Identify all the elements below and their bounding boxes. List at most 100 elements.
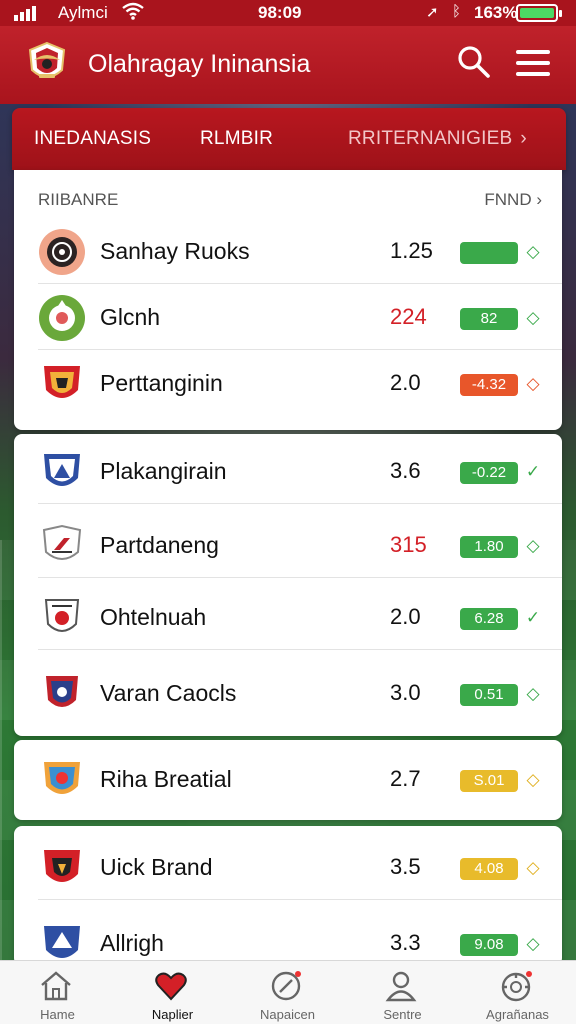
list-item[interactable]: Partdaneng 315 1.80 ◇: [38, 512, 562, 578]
nav-label: Naplier: [151, 1007, 194, 1022]
section-header: RIIBANRE FNND ›: [38, 190, 542, 210]
team-name: Glcnh: [100, 304, 161, 330]
team-name: Allrigh: [100, 930, 164, 956]
team-crest-red-black-shield-icon: [38, 844, 86, 892]
battery-percentage: 163%: [474, 3, 518, 22]
change-badge: -0.22: [460, 462, 518, 484]
nav-napaicen[interactable]: Napaicen: [230, 961, 345, 1024]
app-bar: Olahragay Ininansia: [0, 26, 576, 104]
team-crest-white-red-shield-icon: [38, 594, 86, 642]
team-value: 3.0: [390, 680, 421, 705]
team-value: 2.0: [390, 604, 421, 629]
check-icon: ✓: [525, 608, 541, 627]
list-item[interactable]: Riha Breatial 2.7 S.01 ◇: [38, 746, 562, 812]
chevron-right-icon: ›: [536, 190, 542, 209]
team-name: Riha Breatial: [100, 766, 232, 792]
diamond-icon: ◇: [526, 934, 540, 953]
nav-label: Sentre: [383, 1007, 422, 1022]
standings-card: Riha Breatial 2.7 S.01 ◇: [14, 740, 562, 820]
change-badge: 4.08: [460, 858, 518, 880]
list-item[interactable]: Plakangirain 3.6 -0.22 ✓: [38, 438, 562, 504]
bluetooth-icon: ᛒ: [452, 3, 462, 20]
bottom-navigation: Hame Naplier Napaicen Sentre Agrañanas: [0, 960, 576, 1024]
battery-icon: [516, 4, 562, 22]
team-name: Plakangirain: [100, 458, 227, 484]
standings-card: Plakangirain 3.6 -0.22 ✓ Partdaneng 315 …: [14, 434, 562, 736]
standings-card: RIIBANRE FNND › Sanhay Ruoks 1.25 ◇ Glcn…: [14, 170, 562, 430]
wifi-icon: [122, 2, 144, 25]
team-value: 3.3: [390, 930, 421, 955]
team-value: 2.0: [390, 370, 421, 395]
team-name: Varan Caocls: [100, 680, 237, 706]
standings-card: Uick Brand 3.5 4.08 ◇ Allrigh 3.3 9.08 ◇: [14, 826, 562, 966]
team-value: 1.25: [390, 238, 433, 263]
tab-bar: INEDANASIS RLMBIR RRITERNANIGIEB ›: [12, 108, 566, 170]
team-crest-multicolor-shield-icon: [38, 756, 86, 804]
team-name: Partdaneng: [100, 532, 219, 558]
team-crest-navy-red-shield-icon: [38, 670, 86, 718]
tab-rriternanigieb[interactable]: RRITERNANIGIEB ›: [348, 128, 527, 150]
app-title: Olahragay Ininansia: [88, 50, 311, 78]
team-crest-white-shield-icon: [38, 522, 86, 570]
nav-label: Agrañanas: [486, 1007, 549, 1022]
tab-indedanasis[interactable]: INEDANASIS: [34, 128, 151, 150]
diamond-icon: ◇: [526, 374, 540, 393]
team-value: 3.6: [390, 458, 421, 483]
change-badge: 82: [460, 308, 518, 330]
team-crest-dark-circle-icon: [38, 228, 86, 276]
section-link[interactable]: FNND ›: [484, 190, 542, 210]
nav-label: Napaicen: [260, 1007, 315, 1022]
list-item[interactable]: Sanhay Ruoks 1.25 ◇: [38, 218, 562, 284]
diamond-icon: ◇: [526, 308, 540, 327]
heart-icon: [155, 972, 187, 1001]
list-item[interactable]: Perttanginin 2.0 -4.32 ◇: [38, 350, 562, 416]
team-crest-red-shield-icon: [38, 360, 86, 408]
change-badge: 1.80: [460, 536, 518, 558]
compass-icon: [271, 971, 301, 1001]
settings-gauge-icon: [501, 971, 532, 1002]
team-name: Perttanginin: [100, 370, 223, 396]
team-name: Ohtelnuah: [100, 604, 207, 630]
clock: 98:09: [258, 3, 302, 22]
chevron-right-icon: ›: [520, 128, 527, 149]
tab-rlmbir[interactable]: RLMBIR: [200, 128, 273, 150]
team-name: Sanhay Ruoks: [100, 238, 250, 264]
team-crest-green-circle-icon: [38, 294, 86, 342]
check-icon: ✓: [525, 462, 541, 481]
garuda-emblem-icon: [24, 40, 70, 86]
person-icon: [385, 971, 417, 1002]
diamond-icon: ◇: [526, 684, 540, 703]
diamond-icon: ◇: [526, 858, 540, 877]
list-item[interactable]: Varan Caocls 3.0 0.51 ◇: [38, 660, 562, 726]
team-crest-blue-shield-icon: [38, 448, 86, 496]
change-badge: 0.51: [460, 684, 518, 706]
change-badge: -4.32: [460, 374, 518, 396]
hamburger-menu-icon[interactable]: [516, 50, 550, 76]
status-bar: Aylmci 98:09 ➚ ᛒ 163%: [0, 0, 576, 26]
diamond-icon: ◇: [526, 536, 540, 555]
nav-label: Hame: [40, 1007, 75, 1022]
list-item[interactable]: Uick Brand 3.5 4.08 ◇: [38, 834, 562, 900]
team-value: 315: [390, 532, 427, 557]
carrier-label: Aylmci: [58, 3, 108, 22]
team-value: 3.5: [390, 854, 421, 879]
list-item[interactable]: Glcnh 224 82 ◇: [38, 284, 562, 350]
team-name: Uick Brand: [100, 854, 213, 880]
change-badge: 6.28: [460, 608, 518, 630]
nav-naplier[interactable]: Naplier: [115, 961, 230, 1024]
signal-icon: [14, 6, 36, 21]
nav-home[interactable]: Hame: [0, 961, 115, 1024]
diamond-icon: ◇: [526, 770, 540, 789]
search-icon[interactable]: [456, 44, 492, 80]
section-title: RIIBANRE: [38, 190, 119, 209]
list-item[interactable]: Ohtelnuah 2.0 6.28 ✓: [38, 584, 562, 650]
change-badge: 9.08: [460, 934, 518, 956]
nav-agrananas[interactable]: Agrañanas: [460, 961, 575, 1024]
change-badge: S.01: [460, 770, 518, 792]
home-icon: [41, 971, 71, 1001]
change-badge: [460, 242, 518, 264]
nav-sentre[interactable]: Sentre: [345, 961, 460, 1024]
team-value: 2.7: [390, 766, 421, 791]
diamond-icon: ◇: [526, 242, 540, 261]
location-icon: ➚: [426, 4, 439, 21]
